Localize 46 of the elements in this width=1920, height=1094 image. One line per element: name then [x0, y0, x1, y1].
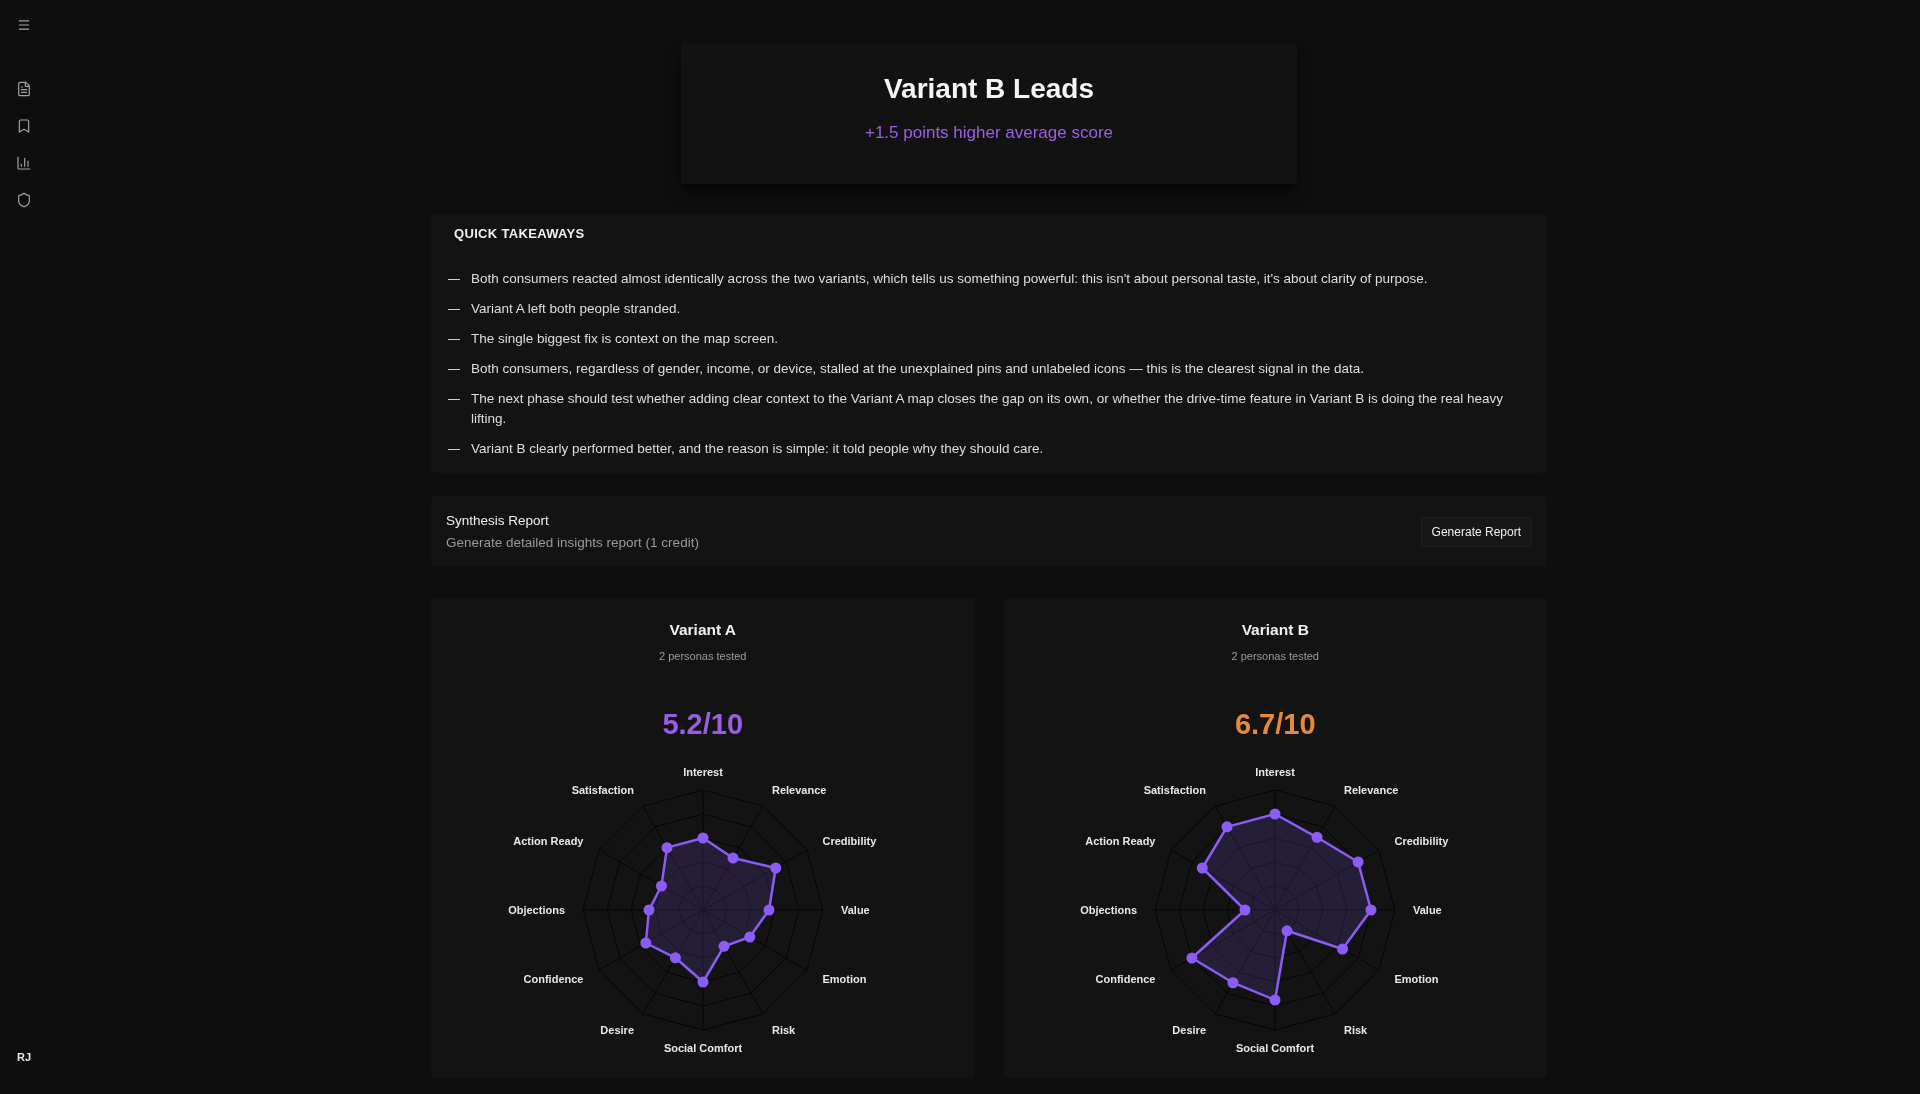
summary-title: Variant B Leads	[883, 72, 1095, 106]
axis-label: Action Ready	[1085, 835, 1156, 847]
dash-icon	[448, 398, 460, 400]
axis-label: Social Comfort	[663, 1042, 742, 1054]
personas-count: 2 personas tested	[659, 649, 747, 664]
bar-chart-icon[interactable]	[16, 155, 32, 171]
takeaways-heading: QUICK TAKEAWAYS	[453, 226, 586, 242]
bookmark-icon[interactable]	[16, 118, 32, 134]
axis-label: Confidence	[1095, 973, 1156, 985]
axis-label: Objections	[1080, 904, 1138, 916]
dash-icon	[448, 278, 460, 280]
axis-label: Interest	[1255, 766, 1296, 778]
axis-label: Credibility	[1394, 835, 1449, 847]
shield-icon[interactable]	[16, 192, 32, 208]
takeaway-text: Both consumers, regardless of gender, income, or device, stalled at the unexplained pins and unlabeled icons — this is the clearest signal in the data.	[471, 360, 1365, 378]
dash-icon	[448, 448, 460, 450]
axis-label: Interest	[682, 766, 723, 778]
takeaway-text: Variant B clearly performed better, and the reason is simple: it told people why they should care.	[471, 440, 1044, 458]
user-initials[interactable]: RJ	[16, 1050, 32, 1064]
generate-report-button[interactable]: Generate Report	[1420, 517, 1532, 547]
axis-label: Credibility	[822, 835, 877, 847]
axis-label: Social Comfort	[1236, 1042, 1315, 1054]
axis-label: Objections	[507, 904, 565, 916]
dash-icon	[448, 338, 460, 340]
variant-title: Variant B	[1241, 620, 1309, 640]
personas-count: 2 personas tested	[1231, 649, 1319, 664]
axis-label: Action Ready	[512, 835, 584, 847]
axis-label: Emotion	[822, 973, 867, 985]
score-value: 5.2/10	[662, 707, 744, 742]
variant-title: Variant A	[669, 620, 737, 640]
report-title: Synthesis Report	[446, 512, 550, 530]
takeaway-text: The single biggest fix is context on the map screen.	[471, 330, 778, 348]
document-icon[interactable]	[16, 81, 32, 97]
axis-label: Value	[1413, 904, 1442, 916]
score-value: 6.7/10	[1234, 707, 1316, 742]
takeaway-text: Both consumers reacted almost identically across the two variants, which tells us something powerful: this isn't about personal taste, it's about clarity of purpose.	[471, 270, 1428, 288]
dash-icon	[448, 308, 460, 310]
takeaway-text: Variant A left both people stranded.	[471, 300, 681, 318]
report-description: Generate detailed insights report (1 credit)	[446, 534, 699, 552]
axis-label: Value	[840, 904, 870, 916]
dash-icon	[448, 368, 460, 370]
menu-icon[interactable]	[17, 18, 31, 32]
takeaway-text: The next phase should test whether adding clear context to the Variant A map closes the gap on its own, or whether the drive-time feature in Variant B is doing the real heavy lifting.	[471, 390, 1505, 428]
axis-label: Emotion	[1394, 973, 1439, 985]
axis-label: Confidence	[523, 973, 584, 985]
summary-subtitle: +1.5 points higher average score	[864, 122, 1114, 144]
